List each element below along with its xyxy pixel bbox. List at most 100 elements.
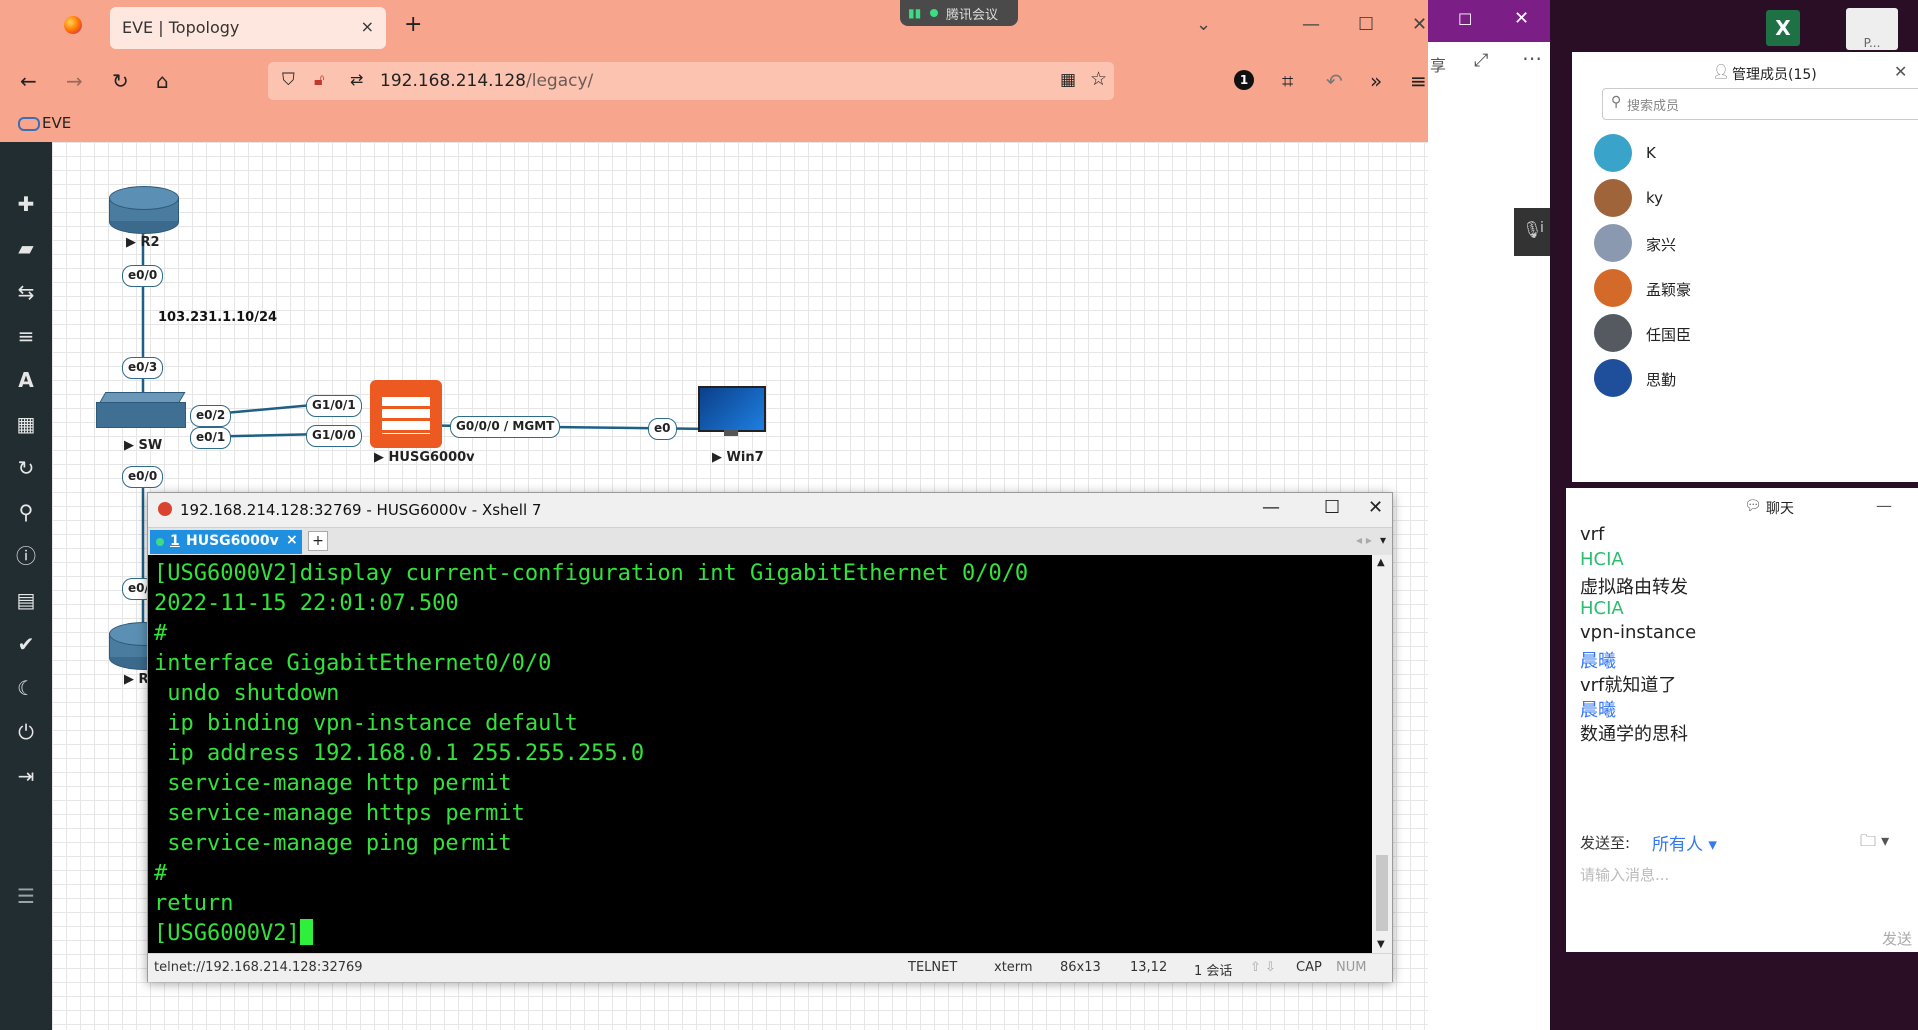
dark-mode-icon[interactable]: ☾ <box>12 674 40 702</box>
bookmark-eve-label: EVE <box>42 114 72 132</box>
logout-icon[interactable]: ⇥ <box>12 762 40 790</box>
scroll-thumb[interactable] <box>1376 855 1388 931</box>
refresh-icon[interactable]: ↻ <box>12 454 40 482</box>
excel-icon[interactable]: X <box>1766 10 1800 46</box>
port-r2-e00[interactable]: e0/0 <box>122 265 164 287</box>
meeting-close-button[interactable]: ✕ <box>1514 8 1529 29</box>
port-sw-e03[interactable]: e0/3 <box>122 357 164 379</box>
firefox-icon[interactable] <box>64 16 82 34</box>
members-close-icon[interactable]: ✕ <box>1894 62 1907 81</box>
qr-code-icon[interactable]: ▦ <box>1060 70 1076 90</box>
chat-minimize-icon[interactable]: — <box>1876 496 1892 515</box>
chat-message: vrf就知道了 <box>1580 675 1677 696</box>
new-tab-button[interactable]: + <box>404 12 422 37</box>
terminal[interactable]: [USG6000V2]display current-configuration… <box>148 555 1372 953</box>
file-folder-icon[interactable]: 🗀︎ ▾ <box>1860 830 1889 857</box>
member-item[interactable]: 孟颖豪 <box>1594 267 1914 311</box>
network-icon[interactable]: ⇆ <box>12 278 40 306</box>
xshell-maximize-button[interactable]: ☐ <box>1324 497 1340 518</box>
xshell-app-icon <box>158 502 172 516</box>
member-search-input[interactable]: ⚲ 搜索成员 <box>1602 88 1918 120</box>
member-item[interactable]: 任国臣 <box>1594 312 1914 356</box>
xshell-minimize-button[interactable]: — <box>1262 497 1280 518</box>
reload-button[interactable]: ↻ <box>112 69 129 93</box>
tabs-dropdown-icon[interactable]: ⌄ <box>1196 14 1211 35</box>
scroll-up-icon[interactable]: ▲ <box>1377 557 1385 568</box>
port-sw-e02[interactable]: e0/2 <box>190 405 232 427</box>
terminal-scrollbar[interactable]: ▲ ▼ <box>1372 555 1392 953</box>
port-sw-e00[interactable]: e0/0 <box>122 466 164 488</box>
terminal-output: [USG6000V2]display current-configuration… <box>148 555 1372 953</box>
bookmark-eve[interactable]: EVE <box>18 114 71 132</box>
more-options-icon[interactable]: ⋯ <box>1522 46 1542 70</box>
message-input[interactable]: 请输入消息... <box>1580 864 1669 885</box>
member-item[interactable]: K <box>1594 132 1914 176</box>
node-label-win7[interactable]: ▶ Win7 <box>712 450 764 465</box>
status-icon[interactable]: ✔ <box>12 630 40 658</box>
tab-eve-topology[interactable]: EVE | Topology × <box>110 7 386 49</box>
shield-icon[interactable]: ⛉ <box>282 70 295 90</box>
navigation-bar: ← → ↻ ⌂ ⛉ 🔓︎ ⇄ 192.168.214.128/legacy/ ▦… <box>0 56 1428 106</box>
port-sw-e01[interactable]: e0/1 <box>190 427 232 449</box>
crop-icon[interactable]: ⌗ <box>1282 69 1293 93</box>
avatar <box>1594 179 1632 217</box>
meeting-badge[interactable]: ▮▮ 腾讯会议 <box>900 0 1018 26</box>
document-file-icon[interactable]: P... <box>1846 8 1898 50</box>
port-fw-g100[interactable]: G1/0/0 <box>306 425 362 447</box>
lab-details-icon[interactable]: ▤ <box>12 586 40 614</box>
port-fw-mgmt[interactable]: G0/0/0 / MGMT <box>450 416 561 438</box>
firewall-husg6000v[interactable] <box>370 380 442 448</box>
switch-sw[interactable] <box>96 392 186 430</box>
app-menu-icon[interactable]: ≡ <box>1410 69 1427 93</box>
member-item[interactable]: 家兴 <box>1594 222 1914 266</box>
menu-icon[interactable]: ☰ <box>12 882 40 910</box>
storage-icon[interactable]: ▰ <box>12 234 40 262</box>
power-icon[interactable]: ⏻ <box>12 718 40 746</box>
add-object-icon[interactable]: ✚ <box>12 190 40 218</box>
text-icon[interactable]: A <box>12 366 40 394</box>
meeting-restore-button[interactable]: ☐ <box>1458 10 1472 29</box>
port-fw-g101[interactable]: G1/0/1 <box>306 395 362 417</box>
info-icon[interactable]: ⓘ <box>12 542 40 570</box>
list-icon[interactable]: ≡ <box>12 322 40 350</box>
undo-icon[interactable]: ↶ <box>1326 69 1343 93</box>
session-tab-close-icon[interactable]: × <box>286 532 298 548</box>
terminal-line: [USG6000V2]display current-configuration… <box>154 561 1029 586</box>
bookmark-star-icon[interactable]: ☆ <box>1090 68 1107 90</box>
send-to-select[interactable]: 所有人 ▾ <box>1652 830 1717 855</box>
session-tab-husg6000v[interactable]: 1 HUSG6000v × <box>150 530 302 554</box>
node-label-fw[interactable]: ▶ HUSG6000v <box>374 450 475 465</box>
status-scroll-icon[interactable]: ⇧ ⇩ <box>1250 960 1276 975</box>
grid-icon[interactable]: ▦ <box>12 410 40 438</box>
router-r2[interactable] <box>109 186 179 234</box>
pc-win7[interactable] <box>698 386 766 436</box>
minimize-button[interactable]: — <box>1302 14 1320 35</box>
tab-scroll-arrows-icon[interactable]: ◂ ▸ <box>1356 533 1372 547</box>
node-label-sw[interactable]: ▶ SW <box>124 438 162 453</box>
node-label-r2[interactable]: ▶ R2 <box>126 235 160 250</box>
scroll-down-icon[interactable]: ▼ <box>1377 939 1385 950</box>
permissions-icon[interactable]: ⇄ <box>350 70 363 89</box>
add-session-button[interactable]: + <box>308 531 328 551</box>
send-button[interactable]: 发送 <box>1882 928 1912 949</box>
node-label-r[interactable]: ▶ R <box>124 672 149 687</box>
maximize-button[interactable]: ☐ <box>1358 14 1374 35</box>
mic-tab[interactable]: 🎙︎ i <box>1514 208 1550 256</box>
tab-close-icon[interactable]: × <box>361 17 374 36</box>
extension-badge-icon[interactable]: 1 <box>1234 70 1254 90</box>
home-button[interactable]: ⌂ <box>156 69 169 93</box>
back-button[interactable]: ← <box>20 69 37 93</box>
member-item[interactable]: ky <box>1594 177 1914 221</box>
zoom-icon[interactable]: ⚲ <box>12 498 40 526</box>
forward-button[interactable]: → <box>66 69 83 93</box>
xshell-close-button[interactable]: ✕ <box>1368 497 1383 518</box>
expand-icon[interactable]: ⤢ <box>1474 50 1488 71</box>
member-item[interactable]: 思勤 <box>1594 357 1914 401</box>
close-button[interactable]: ✕ <box>1412 14 1427 35</box>
port-win7-e0[interactable]: e0 <box>648 418 677 440</box>
tab-list-dropdown-icon[interactable]: ▾ <box>1380 533 1386 547</box>
insecure-lock-icon[interactable]: 🔓︎ <box>314 70 324 90</box>
more-tools-icon[interactable]: » <box>1370 69 1382 93</box>
url-bar[interactable]: ⛉ 🔓︎ ⇄ 192.168.214.128/legacy/ ▦ ☆ <box>268 62 1114 100</box>
url-text[interactable]: 192.168.214.128/legacy/ <box>380 71 593 91</box>
